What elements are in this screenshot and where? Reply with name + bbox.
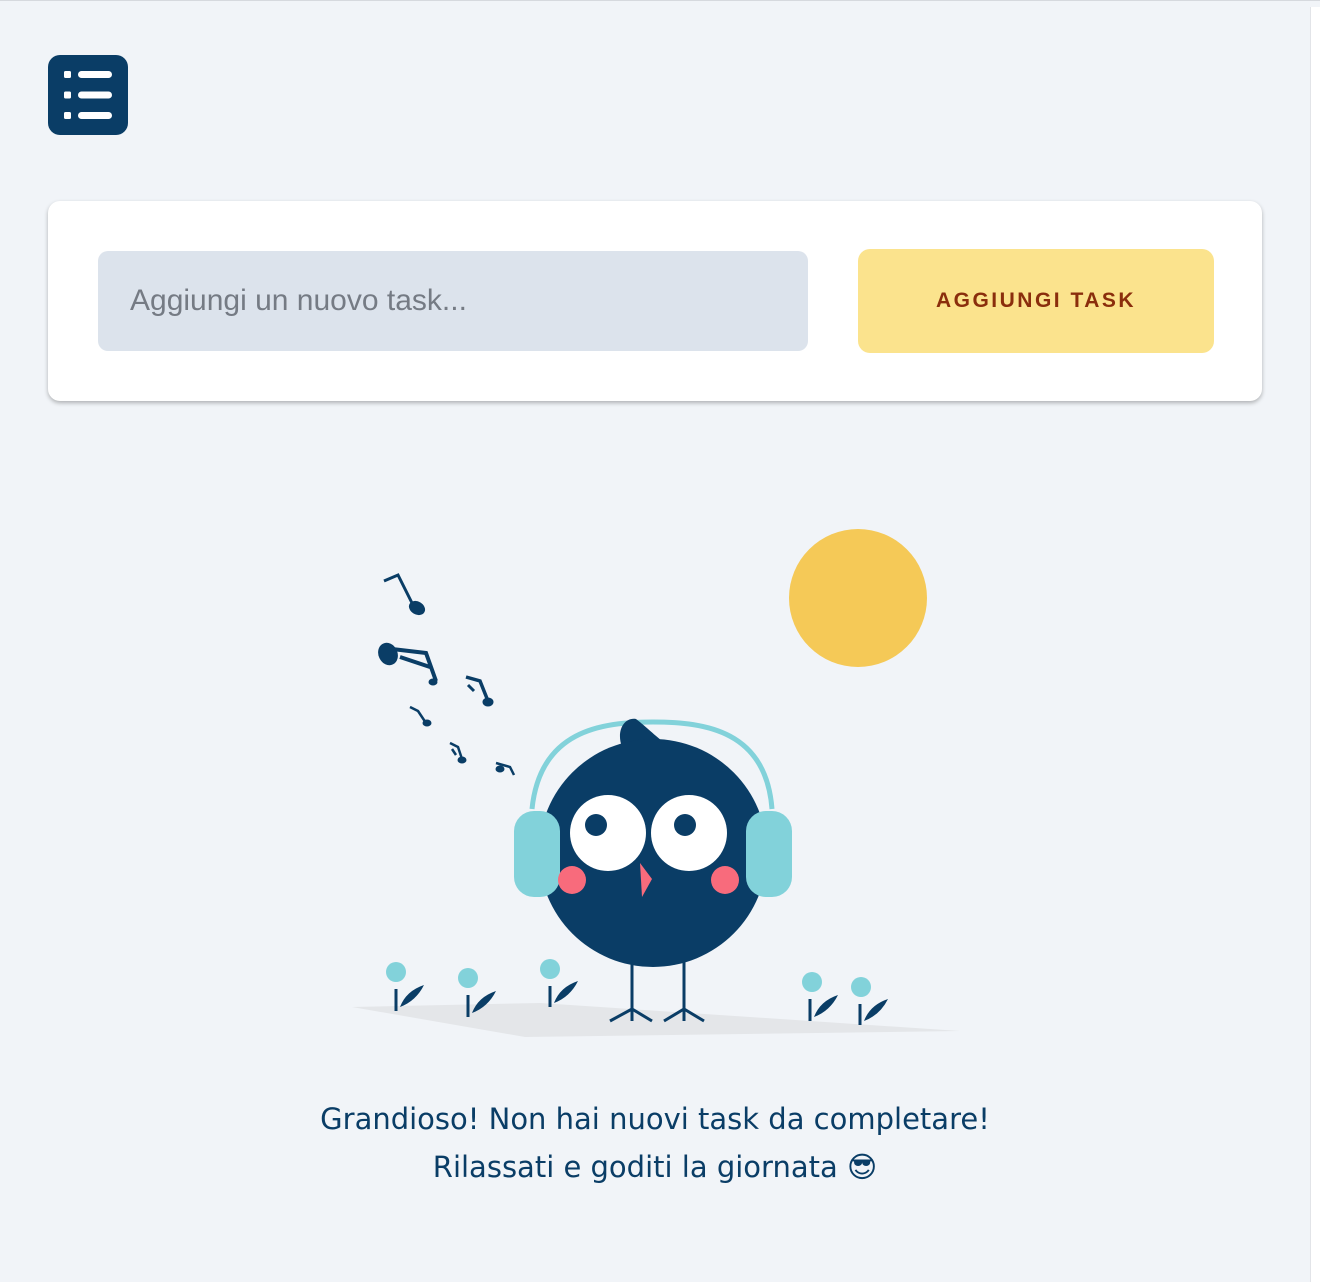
- list-menu-button[interactable]: [48, 55, 128, 135]
- sun-icon: [789, 529, 927, 667]
- empty-state-line2: Rilassati e goditi la giornata 😎: [432, 1150, 878, 1184]
- ground-shadow: [352, 1003, 960, 1037]
- add-task-button[interactable]: AGGIUNGI TASK: [858, 249, 1214, 353]
- list-icon: [64, 71, 112, 119]
- music-notes-icon: [378, 573, 516, 776]
- add-task-card: AGGIUNGI TASK: [48, 201, 1262, 401]
- new-task-input[interactable]: [98, 251, 808, 351]
- empty-state-line1: Grandioso! Non hai nuovi task da complet…: [320, 1102, 990, 1136]
- app-page: AGGIUNGI TASK: [0, 0, 1320, 1282]
- bird-with-headphones-illustration: [352, 529, 960, 1037]
- empty-state-message: Grandioso! Non hai nuovi task da complet…: [0, 1095, 1310, 1191]
- scrollbar[interactable]: [1310, 7, 1320, 1282]
